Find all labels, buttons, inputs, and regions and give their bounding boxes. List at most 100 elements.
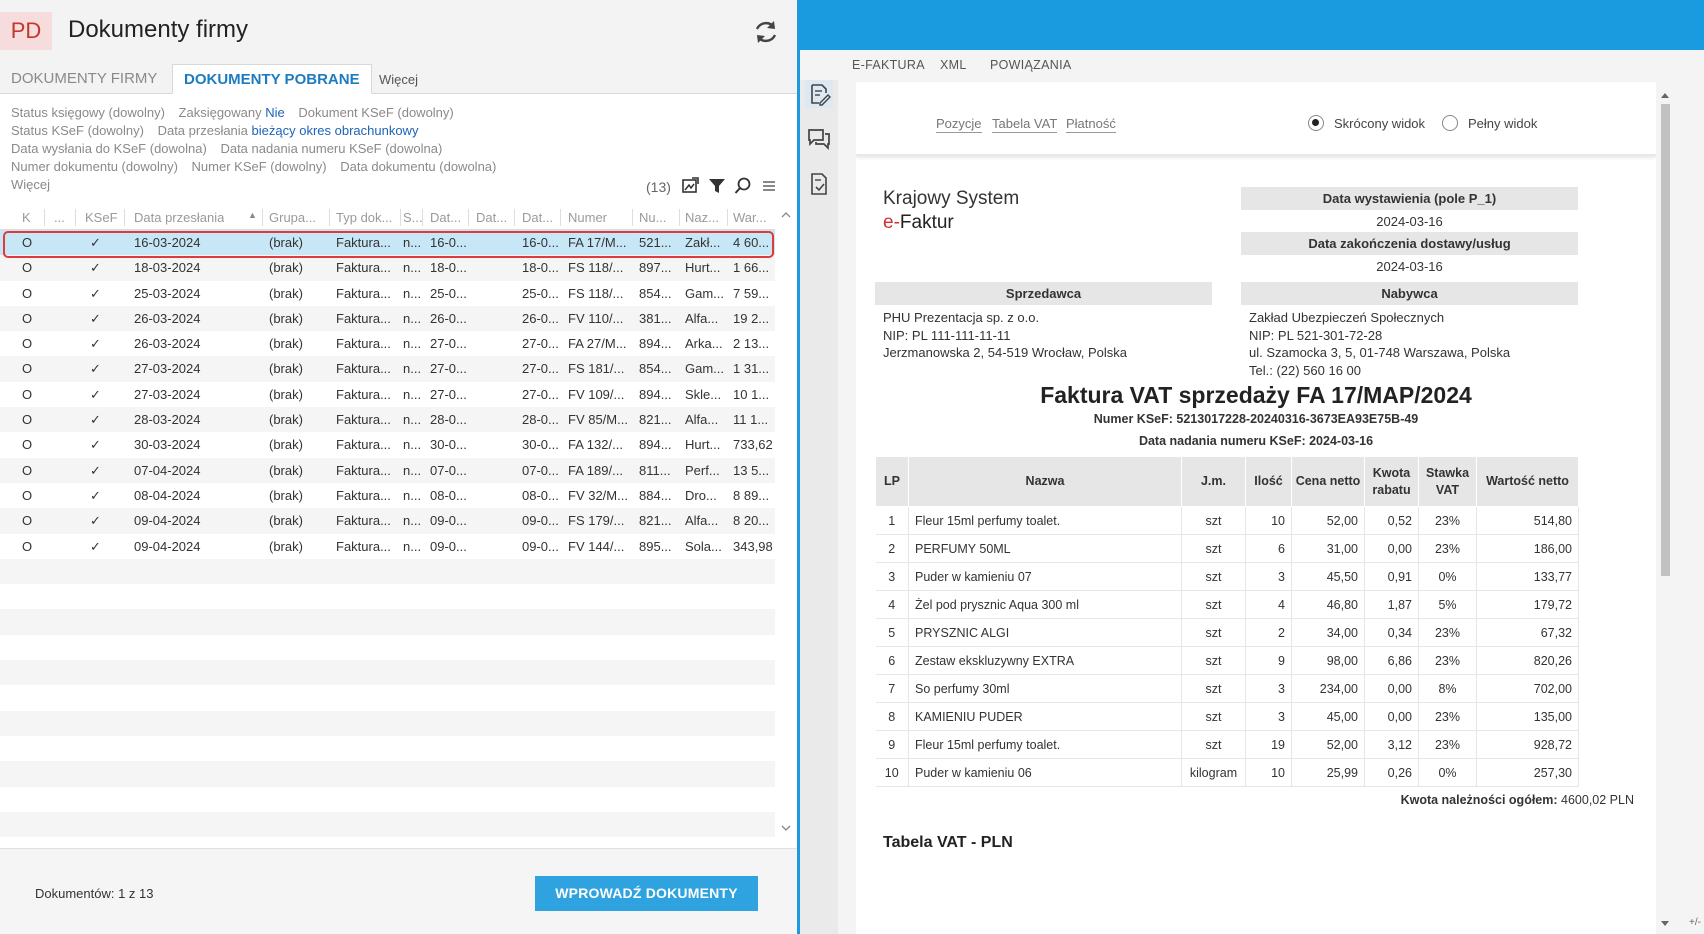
item-ilosc: 3 <box>1245 674 1292 703</box>
table-row[interactable]: O ✓ 08-04-2024 (brak) Faktura... n... 08-0... 0… <box>0 483 775 508</box>
filter-data-nadania[interactable]: Data nadania numeru KSeF (dowolna) <box>220 141 442 156</box>
col-header-numer[interactable]: Numer <box>568 210 628 225</box>
table-row[interactable]: O ✓ 09-04-2024 (brak) Faktura... n... 09-0... 0… <box>0 508 775 534</box>
cell-war: 1 31... <box>733 361 770 377</box>
table-row[interactable]: O ✓ 26-03-2024 (brak) Faktura... n... 27-0... 2… <box>0 331 775 356</box>
col-header-more[interactable]: ... <box>54 210 65 225</box>
grid-body: O ✓ 16-03-2024 (brak) Faktura... n... 16-0... 1… <box>0 230 775 838</box>
cell-data: 27-03-2024 <box>134 386 201 402</box>
table-row[interactable]: O ✓ 25-03-2024 (brak) Faktura... n... 25-0... 2… <box>0 281 775 306</box>
cell-k: O <box>22 437 33 453</box>
item-wartosc: 179,72 <box>1476 590 1579 619</box>
cell-naz: Alfa... <box>685 513 719 529</box>
col-header-typ[interactable]: Typ dok... <box>336 210 398 225</box>
view-full-radio[interactable] <box>1442 115 1458 131</box>
nav-link-pozycje[interactable]: Pozycje <box>936 116 982 133</box>
footer-bar: Dokumentów: 1 z 13 WPROWADŹ DOKUMENTY <box>0 848 797 934</box>
search-icon[interactable] <box>734 177 752 195</box>
cell-numer: FA 132/... <box>568 437 623 453</box>
table-row[interactable]: O ✓ 27-03-2024 (brak) Faktura... n... 27-0... 2… <box>0 356 775 382</box>
cell-ksef: ✓ <box>90 260 101 276</box>
cell-typ: Faktura... <box>336 487 391 503</box>
table-row[interactable]: O ✓ 18-03-2024 (brak) Faktura... n... 18-0... 1… <box>0 255 775 281</box>
cell-grupa: (brak) <box>269 336 303 352</box>
delivery-date-label: Data zakończenia dostawy/usług <box>1241 232 1578 255</box>
col-header-dat1[interactable]: Dat... <box>430 210 466 225</box>
col-header-dat3[interactable]: Dat... <box>522 210 558 225</box>
invoice-items-table: LP Nazwa J.m. Ilość Cena netto Kwota rab… <box>875 456 1579 787</box>
filter-icon[interactable] <box>708 177 726 195</box>
tab-wiecej[interactable]: Więcej <box>368 65 429 95</box>
tab-xml[interactable]: XML <box>940 58 967 72</box>
item-ilosc: 9 <box>1245 646 1292 675</box>
filter-numer-dokumentu[interactable]: Numer dokumentu (dowolny) <box>11 159 178 174</box>
import-documents-button[interactable]: WPROWADŹ DOKUMENTY <box>535 876 758 911</box>
filter-status-ksiegowy[interactable]: Status księgowy (dowolny) <box>11 105 165 120</box>
table-row[interactable]: O ✓ 09-04-2024 (brak) Faktura... n... 09-0... 0… <box>0 534 775 559</box>
buyer-details: Zakład Ubezpieczeń Społecznych NIP: PL 5… <box>1249 309 1510 379</box>
col-header-k[interactable]: K <box>22 210 31 225</box>
tab-dokumenty-pobrane[interactable]: DOKUMENTY POBRANE <box>172 64 372 94</box>
nav-link-platnosc[interactable]: Płatność <box>1066 116 1116 133</box>
table-row[interactable]: O ✓ 27-03-2024 (brak) Faktura... n... 27-0... 2… <box>0 382 775 407</box>
col-header-grupa[interactable]: Grupa... <box>269 210 325 225</box>
item-rabat: 0,91 <box>1364 562 1419 591</box>
zoom-toggle[interactable]: +/- <box>1689 917 1701 928</box>
col-header-ksef[interactable]: KSeF <box>85 210 118 225</box>
cell-k: O <box>22 538 33 554</box>
tab-e-faktura[interactable]: E-FAKTURA <box>852 58 925 72</box>
cell-naz: Hurt... <box>685 260 721 276</box>
cell-grupa: (brak) <box>269 487 303 503</box>
tab-powiazania[interactable]: POWIĄZANIA <box>990 58 1071 72</box>
item-wartosc: 928,72 <box>1476 730 1579 759</box>
table-row[interactable]: O ✓ 30-03-2024 (brak) Faktura... n... 30-0... 3… <box>0 432 775 457</box>
invoice-item-row: 4 Żel pod prysznic Aqua 300 ml szt 4 46,80 1,… <box>875 590 1579 619</box>
cell-war: 13 5... <box>733 462 770 478</box>
preview-scrollbar[interactable] <box>1658 90 1672 930</box>
col-header-dat2[interactable]: Dat... <box>476 210 512 225</box>
tab-dokumenty-firmy[interactable]: DOKUMENTY FIRMY <box>0 64 168 94</box>
cell-numer: FS 118/... <box>568 285 624 301</box>
filter-numer-ksef[interactable]: Numer KSeF (dowolny) <box>192 159 327 174</box>
filter-data-dokumentu[interactable]: Data dokumentu (dowolna) <box>340 159 496 174</box>
nav-link-tabela-vat[interactable]: Tabela VAT <box>992 116 1058 133</box>
cell-typ: Faktura... <box>336 260 391 276</box>
comments-icon[interactable] <box>805 124 833 152</box>
cell-war: 733,62 <box>733 437 773 453</box>
filter-dokument-ksef[interactable]: Dokument KSeF (dowolny) <box>298 105 453 120</box>
cell-typ: Faktura... <box>336 412 391 428</box>
filter-data-przeslania[interactable]: Data przesłania bieżący okres obrachunko… <box>158 123 419 138</box>
table-row[interactable]: O ✓ 28-03-2024 (brak) Faktura... n... 28-0... 2… <box>0 407 775 433</box>
item-jm: szt <box>1181 646 1246 675</box>
filter-zaksiegowany[interactable]: Zaksięgowany Nie <box>179 105 285 120</box>
table-row[interactable]: O ✓ 26-03-2024 (brak) Faktura... n... 26-0... 2… <box>0 305 775 332</box>
filter-status-ksef[interactable]: Status KSeF (dowolny) <box>11 123 144 138</box>
ksef-logo-line1: Krajowy System <box>883 188 1020 209</box>
col-header-war[interactable]: War... <box>733 210 773 225</box>
grid-scrollbar[interactable] <box>777 206 795 836</box>
document-check-icon[interactable] <box>805 170 833 198</box>
export-icon[interactable] <box>681 177 699 195</box>
item-lp: 10 <box>875 758 909 787</box>
cell-dat1: 28-0... <box>430 412 466 428</box>
cell-data: 27-03-2024 <box>134 361 201 377</box>
cell-numer: FV 110/... <box>568 310 624 326</box>
filter-data-wyslania[interactable]: Data wysłania do KSeF (dowolna) <box>11 141 207 156</box>
edit-document-icon[interactable] <box>805 80 833 108</box>
grid-header: K ... KSeF Data przesłania ▲ Grupa... Ty… <box>0 206 775 230</box>
refresh-icon[interactable] <box>752 18 780 46</box>
col-header-s[interactable]: S... <box>403 210 423 225</box>
col-header-nu[interactable]: Nu... <box>639 210 677 225</box>
cell-data: 18-03-2024 <box>134 260 201 276</box>
menu-icon[interactable] <box>760 177 778 195</box>
cell-k: O <box>22 336 33 352</box>
table-row[interactable]: O ✓ 07-04-2024 (brak) Faktura... n... 07-0... 0… <box>0 457 775 483</box>
col-header-data-przeslania[interactable]: Data przesłania <box>134 210 224 225</box>
cell-k: O <box>22 513 33 529</box>
cell-nu: 821... <box>639 412 672 428</box>
col-header-naz[interactable]: Naz... <box>685 210 725 225</box>
view-short-radio[interactable] <box>1308 115 1324 131</box>
buyer-name: Zakład Ubezpieczeń Społecznych <box>1249 310 1445 325</box>
item-ilosc: 3 <box>1245 562 1292 591</box>
seller-details: PHU Prezentacja sp. z o.o. NIP: PL 111-1… <box>883 309 1127 362</box>
